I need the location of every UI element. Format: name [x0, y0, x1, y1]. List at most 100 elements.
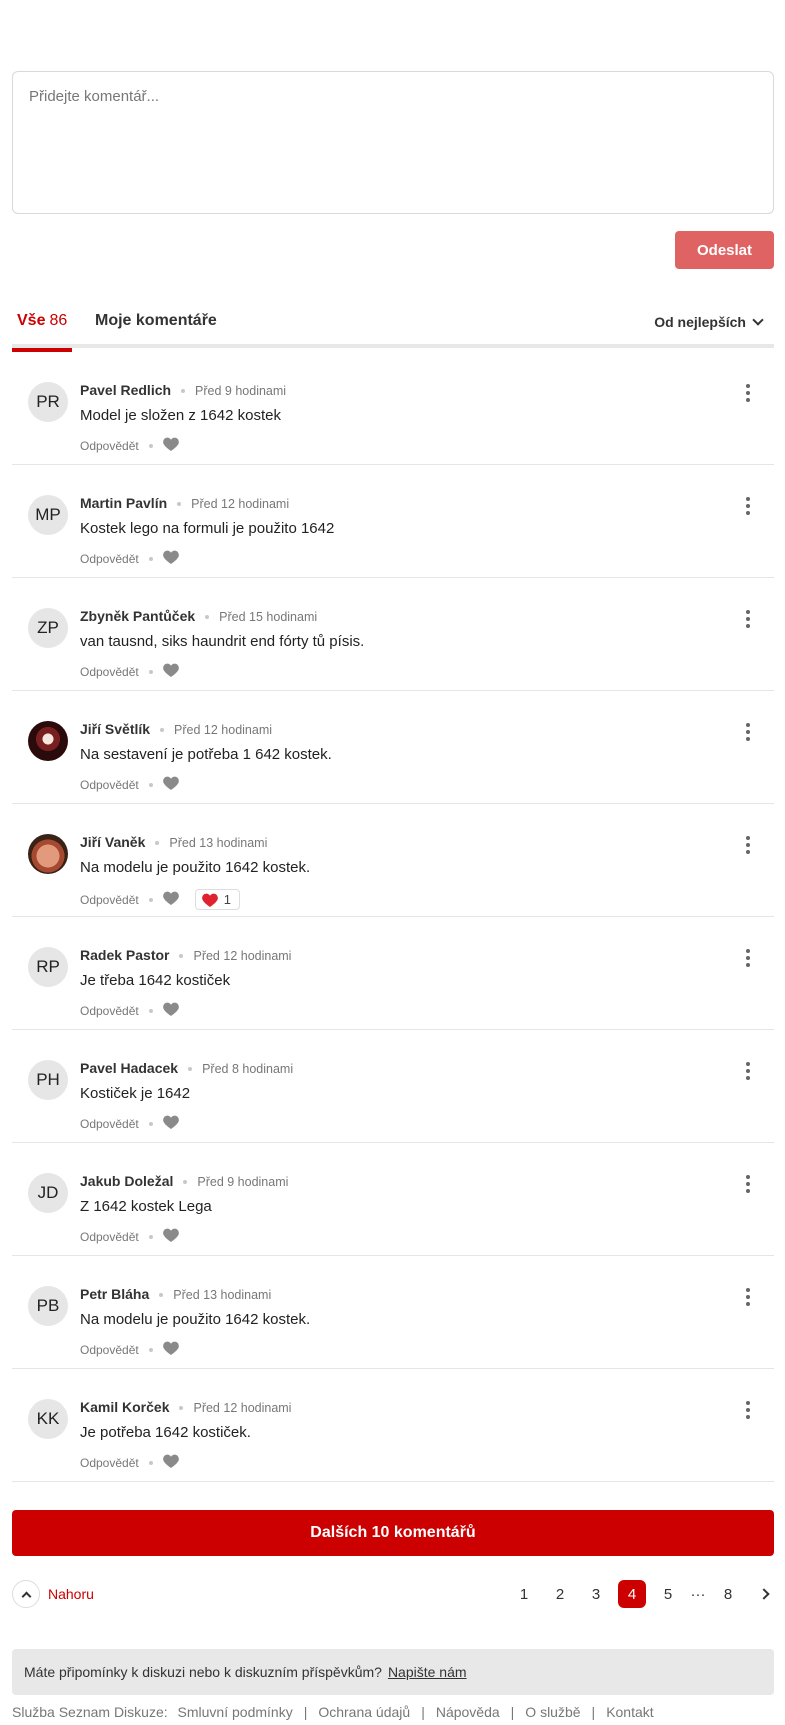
- reply-button[interactable]: Odpovědět: [80, 893, 139, 907]
- comment-input[interactable]: [29, 88, 757, 197]
- heart-icon[interactable]: [162, 1002, 179, 1019]
- separator-dot: [179, 1406, 184, 1411]
- more-options-icon[interactable]: [746, 836, 750, 854]
- like-count-badge[interactable]: 1: [194, 889, 240, 910]
- send-button[interactable]: Odeslat: [675, 231, 774, 269]
- reply-button[interactable]: Odpovědět: [80, 665, 139, 679]
- more-options-icon[interactable]: [746, 949, 750, 967]
- comment-author[interactable]: Radek Pastor: [80, 947, 169, 963]
- comment-text: Je třeba 1642 kostiček: [80, 972, 231, 989]
- heart-icon[interactable]: [162, 891, 179, 908]
- pagination-ellipsis: ···: [690, 1585, 706, 1603]
- page-link-last[interactable]: 8: [714, 1580, 742, 1608]
- more-options-icon[interactable]: [746, 610, 750, 628]
- sort-dropdown[interactable]: Od nejlepších: [654, 314, 764, 330]
- chevron-down-icon: [752, 314, 764, 326]
- comment-author[interactable]: Jiří Světlík: [80, 721, 150, 737]
- feedback-link[interactable]: Napište nám: [388, 1664, 467, 1680]
- footer-link[interactable]: Kontakt: [606, 1704, 653, 1720]
- page-link[interactable]: 2: [546, 1580, 574, 1608]
- comment-author[interactable]: Martin Pavlín: [80, 495, 167, 511]
- more-options-icon[interactable]: [746, 384, 750, 402]
- avatar[interactable]: ZP: [28, 608, 68, 648]
- page-link[interactable]: 1: [510, 1580, 538, 1608]
- comment-author[interactable]: Pavel Redlich: [80, 382, 171, 398]
- separator-dot: [205, 615, 210, 620]
- more-options-icon[interactable]: [746, 1062, 750, 1080]
- separator-dot: [148, 669, 153, 674]
- reply-button[interactable]: Odpovědět: [80, 1230, 139, 1244]
- footer-separator: |: [591, 1704, 596, 1720]
- reply-button[interactable]: Odpovědět: [80, 552, 139, 566]
- tab-my-comments-label: Moje komentáře: [95, 312, 217, 329]
- comment-author[interactable]: Pavel Hadacek: [80, 1060, 178, 1076]
- comment-author[interactable]: Jiří Vaněk: [80, 834, 145, 850]
- avatar[interactable]: JD: [28, 1173, 68, 1213]
- more-options-icon[interactable]: [746, 1401, 750, 1419]
- comment-author[interactable]: Kamil Korček: [80, 1399, 169, 1415]
- comment-text: Kostek lego na formuli je použito 1642: [80, 520, 335, 537]
- heart-icon[interactable]: [162, 776, 179, 793]
- reply-button[interactable]: Odpovědět: [80, 1117, 139, 1131]
- comment-composer[interactable]: [12, 71, 774, 214]
- avatar[interactable]: PR: [28, 382, 68, 422]
- heart-icon[interactable]: [162, 663, 179, 680]
- heart-icon[interactable]: [162, 1115, 179, 1132]
- comment-author[interactable]: Zbyněk Pantůček: [80, 608, 195, 624]
- footer-link[interactable]: O službě: [525, 1704, 580, 1720]
- comment-actions: Odpovědět: [80, 1115, 179, 1132]
- comment-time: Před 13 hodinami: [169, 836, 268, 850]
- footer-link[interactable]: Nápověda: [436, 1704, 500, 1720]
- footer-link[interactable]: Smluvní podmínky: [178, 1704, 293, 1720]
- load-more-button[interactable]: Dalších 10 komentářů: [12, 1510, 774, 1556]
- separator-dot: [148, 1460, 153, 1465]
- avatar[interactable]: PH: [28, 1060, 68, 1100]
- heart-icon[interactable]: [162, 437, 179, 454]
- separator-dot: [160, 728, 165, 733]
- avatar[interactable]: [28, 721, 68, 761]
- page-link[interactable]: 5: [654, 1580, 682, 1608]
- reply-button[interactable]: Odpovědět: [80, 1004, 139, 1018]
- page-link[interactable]: 3: [582, 1580, 610, 1608]
- reply-button[interactable]: Odpovědět: [80, 1343, 139, 1357]
- comment-author[interactable]: Jakub Doležal: [80, 1173, 173, 1189]
- tab-my-comments[interactable]: Moje komentáře: [95, 312, 217, 348]
- more-options-icon[interactable]: [746, 1288, 750, 1306]
- comment-text: Kostiček je 1642: [80, 1085, 191, 1102]
- avatar[interactable]: [28, 834, 68, 874]
- comment-author[interactable]: Petr Bláha: [80, 1286, 149, 1302]
- tab-all[interactable]: Vše 86: [12, 312, 73, 352]
- comment-time: Před 12 hodinami: [174, 723, 273, 737]
- comment-header: Radek Pastor Před 12 hodinami: [80, 947, 291, 963]
- avatar[interactable]: KK: [28, 1399, 68, 1439]
- page-link[interactable]: 4: [618, 1580, 646, 1608]
- heart-icon[interactable]: [162, 1228, 179, 1245]
- avatar-initials: RP: [36, 957, 60, 976]
- avatar[interactable]: MP: [28, 495, 68, 535]
- avatar-initials: JD: [37, 1183, 59, 1202]
- more-options-icon[interactable]: [746, 497, 750, 515]
- separator-dot: [148, 1121, 153, 1126]
- separator-dot: [148, 897, 153, 902]
- comment-actions: Odpovědět: [80, 550, 179, 567]
- comment-text: van tausnd, siks haundrit end fórty tů p…: [80, 633, 365, 650]
- footer-link[interactable]: Ochrana údajů: [318, 1704, 410, 1720]
- reply-button[interactable]: Odpovědět: [80, 1456, 139, 1470]
- chevron-right-icon[interactable]: [758, 1588, 770, 1600]
- separator-dot: [148, 1234, 153, 1239]
- avatar[interactable]: RP: [28, 947, 68, 987]
- footer-separator: |: [303, 1704, 308, 1720]
- more-options-icon[interactable]: [746, 1175, 750, 1193]
- comment-time: Před 9 hodinami: [197, 1175, 289, 1189]
- comment-text: Na sestavení je potřeba 1 642 kostek.: [80, 746, 332, 763]
- heart-icon[interactable]: [162, 1341, 179, 1358]
- avatar[interactable]: PB: [28, 1286, 68, 1326]
- heart-icon[interactable]: [162, 550, 179, 567]
- back-to-top-button[interactable]: Nahoru: [12, 1580, 94, 1608]
- comment-actions: Odpovědět: [80, 776, 179, 793]
- comment-time: Před 9 hodinami: [195, 384, 287, 398]
- heart-icon[interactable]: [162, 1454, 179, 1471]
- reply-button[interactable]: Odpovědět: [80, 439, 139, 453]
- reply-button[interactable]: Odpovědět: [80, 778, 139, 792]
- more-options-icon[interactable]: [746, 723, 750, 741]
